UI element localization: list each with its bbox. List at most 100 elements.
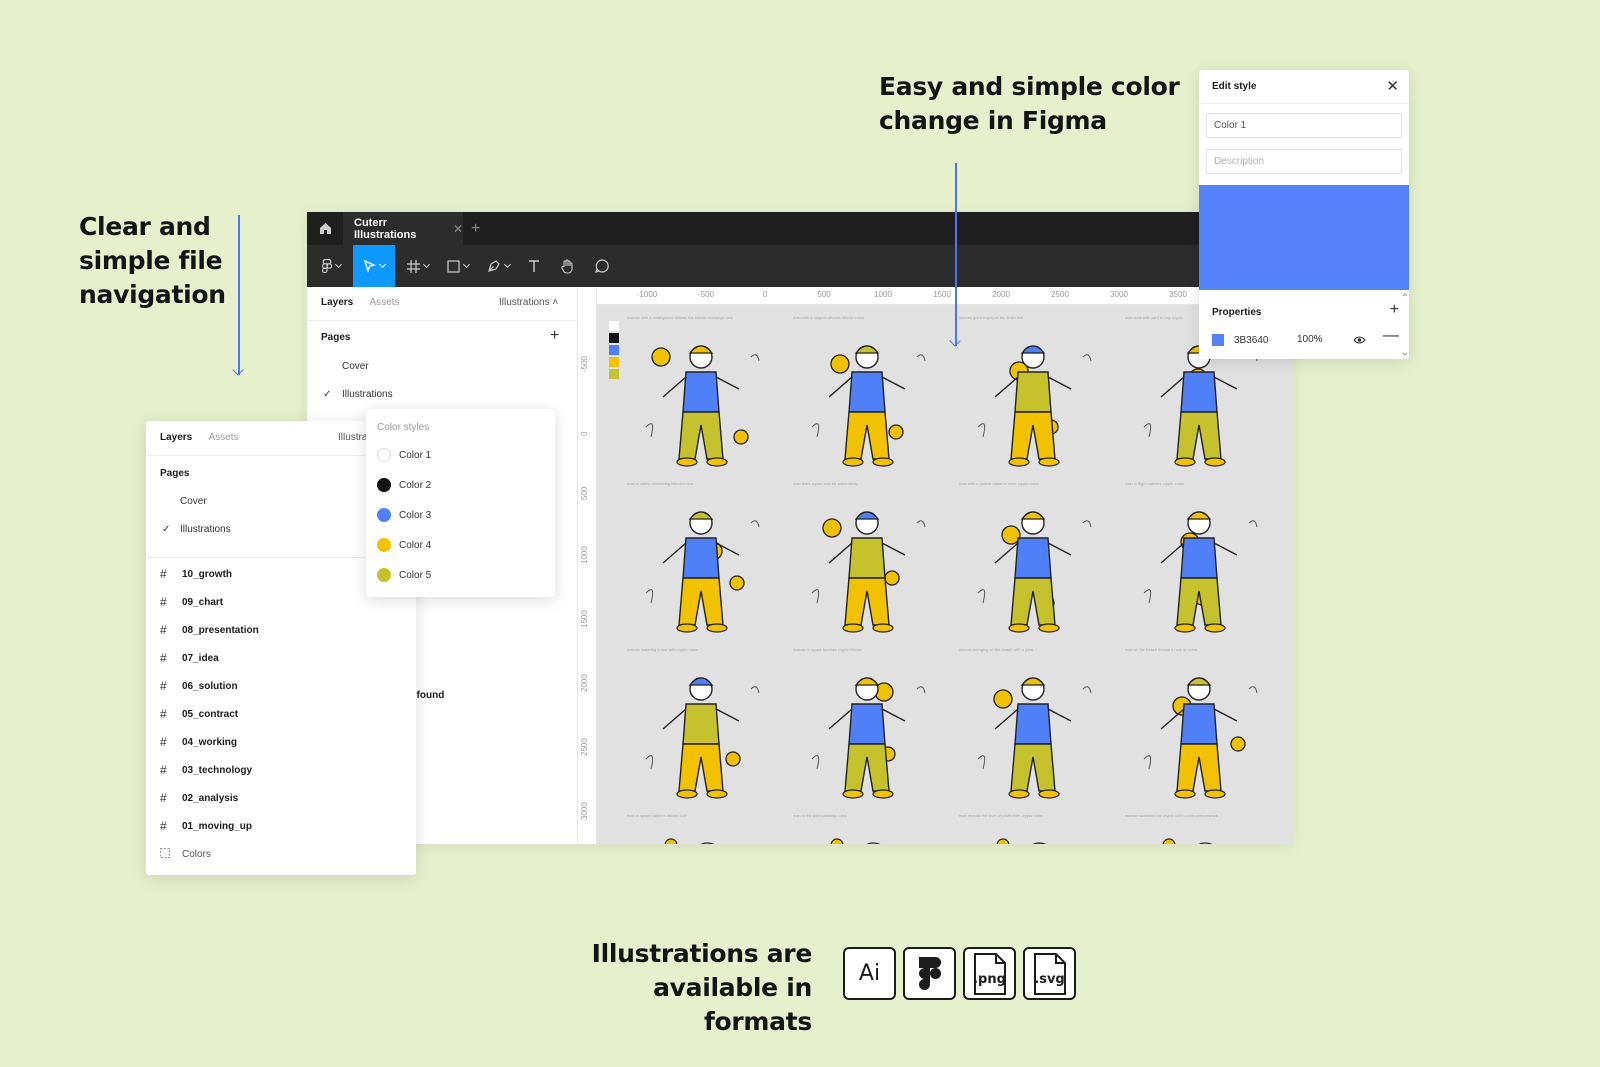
scrollbar[interactable] (1401, 290, 1409, 359)
close-icon[interactable]: ✕ (1386, 77, 1399, 95)
illustration-figure[interactable] (1129, 493, 1269, 643)
frame-item[interactable]: #06_solution (160, 678, 238, 694)
text-tool[interactable] (521, 245, 547, 287)
frame-icon: # (160, 735, 167, 749)
ruler-y-tick: 1500 (580, 610, 589, 628)
fill-swatch[interactable] (1212, 334, 1224, 346)
illustration-figure[interactable] (963, 327, 1103, 477)
illustration-label: man tests crypto coin for authenticity (793, 481, 858, 486)
style-description-field[interactable]: Description (1206, 149, 1402, 174)
page-item-cover[interactable]: Cover (342, 361, 369, 372)
layers-panel-page-illustrations[interactable]: Illustrations (180, 524, 231, 535)
remove-fill-button[interactable]: — (1383, 327, 1399, 345)
illustration-figure[interactable] (797, 327, 937, 477)
illustration-figure[interactable] (797, 493, 937, 643)
page-item-illustrations[interactable]: Illustrations (342, 389, 393, 400)
illustration-figure[interactable] (631, 493, 771, 643)
format-svg-icon: .svg (1023, 947, 1076, 1000)
illustration-label: man runs with card to buy crypto (1125, 315, 1183, 320)
layers-panel-check-icon: ✓ (162, 524, 171, 535)
canvas-color-swatch[interactable] (609, 345, 619, 355)
illustration-label: woman lounging on the beach with a juice (959, 647, 1034, 652)
frame-item[interactable]: #09_chart (160, 594, 223, 610)
color-style-item[interactable]: Color 2 (377, 476, 431, 494)
canvas-color-swatch[interactable] (609, 369, 619, 379)
frame-icon: # (160, 567, 167, 581)
file-tab[interactable]: Cuterr Illustrations ✕ (343, 212, 463, 245)
move-tool[interactable] (353, 245, 395, 287)
frame-item[interactable]: #03_technology (160, 762, 252, 778)
frame-item-label: 01_moving_up (182, 820, 253, 832)
canvas[interactable]: woman with a smartphone follows the bitc… (597, 305, 1293, 844)
frame-item-label: 03_technology (182, 764, 253, 776)
frame-item-label: 08_presentation (182, 624, 259, 636)
layers-panel-tab-layers[interactable]: Layers (160, 432, 192, 443)
pen-tool[interactable] (481, 245, 515, 287)
arrow-head-navigation (232, 364, 244, 376)
frame-item-label: 05_contract (182, 708, 239, 720)
frame-item[interactable]: #07_idea (160, 650, 219, 666)
color-preview (1199, 185, 1409, 290)
illustration-figure[interactable] (631, 327, 771, 477)
illustration-figure[interactable] (797, 659, 937, 809)
file-tab-title: Cuterr Illustrations (354, 216, 417, 241)
illustration-figure[interactable] (1129, 659, 1269, 809)
frame-item[interactable]: #01_moving_up (160, 818, 252, 834)
ruler-y-tick: 2000 (580, 674, 589, 692)
new-tab-button[interactable]: + (471, 220, 480, 238)
color-style-item[interactable]: Color 3 (377, 506, 431, 524)
colors-item-label: Colors (182, 848, 211, 860)
illustration-label: man in the pool catching coins (793, 813, 847, 818)
color-style-item[interactable]: Color 5 (377, 566, 431, 584)
page-selector[interactable]: Illustrations ˄ (499, 297, 558, 308)
home-icon (319, 223, 331, 234)
canvas-color-swatch[interactable] (609, 357, 619, 367)
frame-item[interactable]: #02_analysis (160, 790, 238, 806)
tab-layers[interactable]: Layers (321, 297, 353, 308)
illustration-figure[interactable] (963, 493, 1103, 643)
color-style-item[interactable]: Color 1 (377, 446, 431, 464)
canvas-color-swatch[interactable] (609, 321, 619, 331)
home-button[interactable] (307, 212, 343, 245)
frame-item[interactable]: #04_working (160, 734, 237, 750)
color-style-label: Color 4 (399, 539, 432, 551)
fill-opacity[interactable]: 100% (1297, 334, 1323, 345)
fill-row[interactable]: 3B3640 (1212, 333, 1268, 347)
comment-tool[interactable] (589, 245, 615, 287)
color-style-item[interactable]: Color 4 (377, 536, 431, 554)
layers-panel-tab-assets[interactable]: Assets (208, 432, 238, 443)
tab-assets[interactable]: Assets (369, 297, 399, 308)
style-name-field[interactable]: Color 1 (1206, 113, 1402, 138)
illustration-figure[interactable] (963, 659, 1103, 809)
add-page-button[interactable]: + (550, 327, 559, 345)
frame-icon: # (160, 679, 167, 693)
fill-hex[interactable]: 3B3640 (1234, 335, 1268, 346)
frame-item[interactable]: #08_presentation (160, 622, 259, 638)
canvas-color-swatch[interactable] (609, 333, 619, 343)
illustration-figure-partial[interactable] (797, 823, 937, 844)
close-tab-icon[interactable]: ✕ (453, 222, 463, 236)
frame-item[interactable]: #10_growth (160, 566, 232, 582)
add-property-button[interactable]: + (1390, 301, 1399, 319)
frame-tool[interactable] (401, 245, 435, 287)
illustration-figure[interactable] (631, 659, 771, 809)
layers-panel-page-selector[interactable]: Illustra (338, 432, 367, 443)
frame-icon: # (160, 819, 167, 833)
frame-item[interactable]: #05_contract (160, 706, 238, 722)
illustration-figure-partial[interactable] (631, 823, 771, 844)
illustration-figure-partial[interactable] (1129, 823, 1269, 844)
layers-panel-page-cover[interactable]: Cover (180, 496, 207, 507)
illustration-label: woman with a smartphone follows the bitc… (627, 315, 733, 320)
ruler-horizontal: -1000 -500 0 500 1000 1500 2000 2500 3000 3500 (597, 287, 1293, 305)
color-style-label: Color 1 (399, 449, 432, 461)
colors-item[interactable]: Colors (160, 846, 211, 862)
frame-icon: # (160, 707, 167, 721)
arrow-down-color (955, 163, 957, 346)
shape-tool[interactable] (441, 245, 475, 287)
frame-icon (407, 259, 420, 273)
hand-tool[interactable] (555, 245, 581, 287)
main-menu-button[interactable] (315, 245, 347, 287)
illustration-figure-partial[interactable] (963, 823, 1103, 844)
eye-icon[interactable] (1353, 332, 1366, 350)
format-svg-label: .svg (1034, 972, 1065, 987)
